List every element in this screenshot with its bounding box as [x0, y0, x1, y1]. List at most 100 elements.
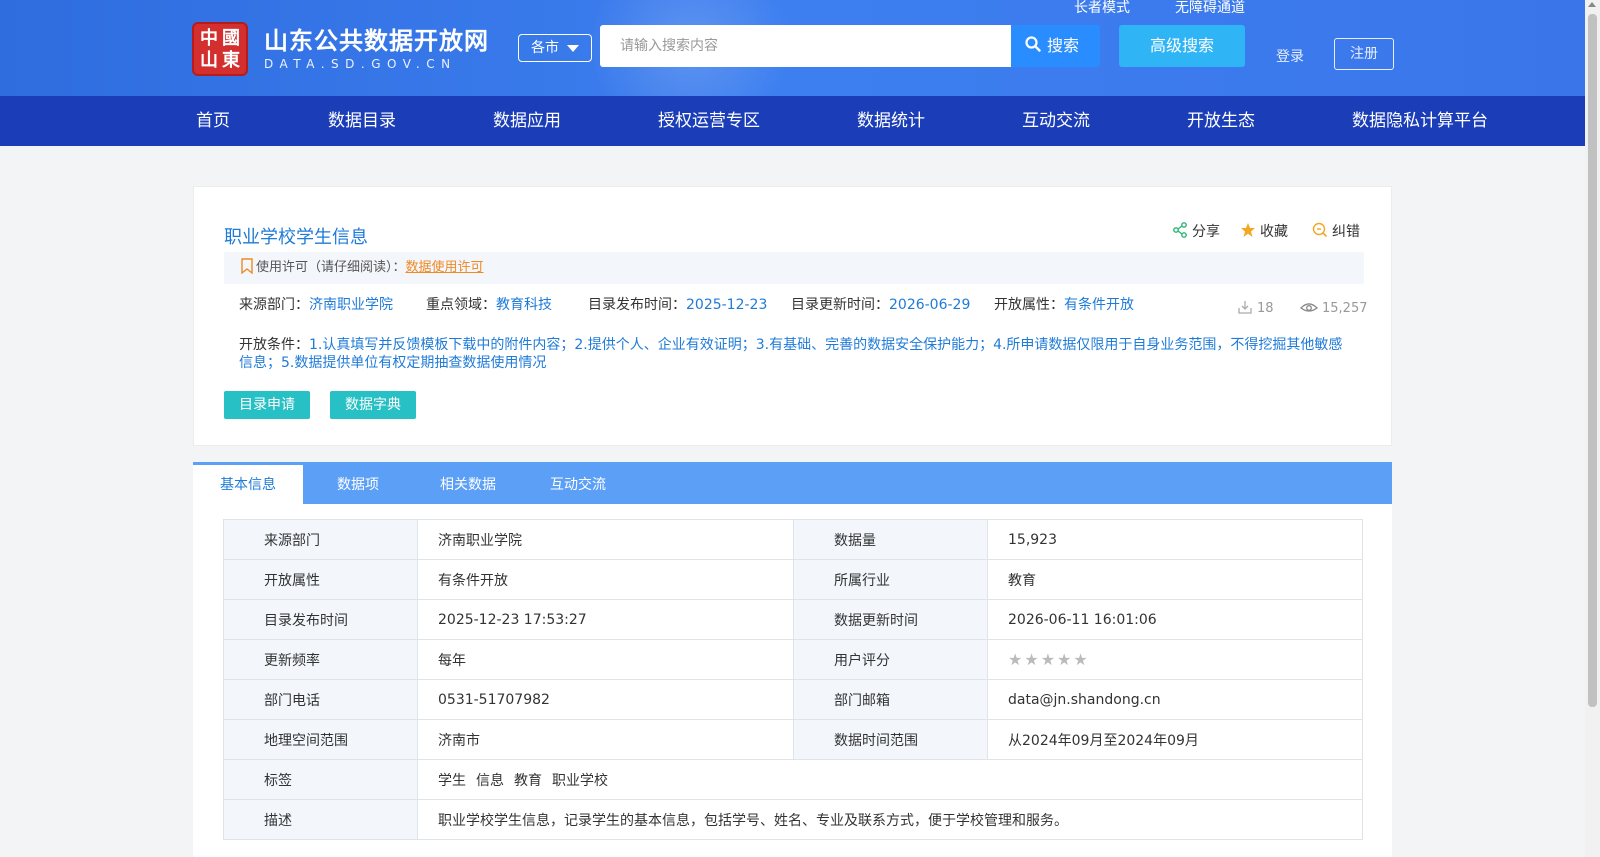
- register-button[interactable]: 注册: [1334, 38, 1394, 70]
- phone-value: 0531-51707982: [417, 679, 794, 720]
- download-count: 18: [1237, 299, 1274, 319]
- star-icon[interactable]: ★: [1024, 650, 1038, 669]
- geo-label: 地理空间范围: [223, 719, 418, 760]
- meta-open: 开放属性：有条件开放: [994, 295, 1134, 315]
- star-icon[interactable]: ★: [1041, 650, 1055, 669]
- table-row: 部门电话 0531-51707982 部门邮箱 data@jn.shandong…: [223, 679, 1363, 720]
- tag[interactable]: 教育: [514, 773, 542, 789]
- meta-source-value[interactable]: 济南职业学院: [309, 297, 393, 313]
- data-dictionary-button[interactable]: 数据字典: [330, 391, 416, 419]
- phone-label: 部门电话: [223, 679, 418, 720]
- meta-domain: 重点领域：教育科技: [426, 295, 552, 315]
- region-select[interactable]: 各市: [518, 34, 592, 62]
- nav-item-privacy-computing[interactable]: 数据隐私计算平台: [1352, 96, 1488, 146]
- logo-char: 山: [200, 50, 218, 71]
- tags-value: 学生 信息 教育 职业学校: [417, 759, 1363, 800]
- license-label: 使用许可（请仔细阅读）：: [256, 260, 406, 275]
- basic-info-table: 来源部门 济南职业学院 数据量 15,923 开放属性 有条件开放 所属行业 教…: [223, 519, 1363, 840]
- download-count-value: 18: [1257, 301, 1274, 316]
- tab-interaction[interactable]: 互动交流: [523, 462, 633, 504]
- catalog-apply-button[interactable]: 目录申请: [224, 391, 310, 419]
- detail-tabs: 基本信息 数据项 相关数据 互动交流: [193, 462, 1392, 504]
- rating-label: 用户评分: [793, 639, 988, 680]
- favorite-label: 收藏: [1260, 224, 1288, 240]
- meta-open-label: 开放属性：: [994, 297, 1064, 313]
- chevron-down-icon: [567, 45, 579, 52]
- page-scrollbar[interactable]: [1585, 0, 1600, 857]
- nav-item-authorized[interactable]: 授权运营专区: [658, 96, 760, 146]
- frequency-value: 每年: [417, 639, 794, 680]
- login-link[interactable]: 登录: [1276, 46, 1304, 66]
- view-count: 15,257: [1300, 299, 1368, 319]
- table-row: 更新频率 每年 用户评分 ★ ★ ★ ★ ★: [223, 639, 1363, 680]
- tag[interactable]: 信息: [476, 773, 504, 789]
- report-error-button[interactable]: 纠错: [1312, 221, 1360, 242]
- publish-time-value: 2025-12-23 17:53:27: [417, 599, 794, 640]
- tag[interactable]: 职业学校: [552, 773, 608, 789]
- table-row: 目录发布时间 2025-12-23 17:53:27 数据更新时间 2026-0…: [223, 599, 1363, 640]
- open-conditions: 开放条件：1.认真填写并反馈模板下载中的附件内容；2.提供个人、企业有效证明；3…: [239, 336, 1349, 372]
- update-time-label: 数据更新时间: [793, 599, 988, 640]
- search-input[interactable]: [600, 25, 1011, 67]
- tag[interactable]: 学生: [438, 773, 466, 789]
- open-conditions-text: 1.认真填写并反馈模板下载中的附件内容；2.提供个人、企业有效证明；3.有基础、…: [239, 337, 1343, 371]
- time-range-label: 数据时间范围: [793, 719, 988, 760]
- desc-label: 描述: [223, 799, 418, 840]
- meta-domain-value[interactable]: 教育科技: [496, 297, 552, 313]
- site-name: 山东公共数据开放网: [264, 27, 489, 55]
- data-volume-label: 数据量: [793, 519, 988, 560]
- logo-char: 國: [222, 28, 240, 49]
- nav-item-ecosystem[interactable]: 开放生态: [1187, 96, 1255, 146]
- table-row: 描述 职业学校学生信息，记录学生的基本信息，包括学号、姓名、专业及联系方式，便于…: [223, 799, 1363, 840]
- search-icon: [1025, 26, 1041, 68]
- email-value: data@jn.shandong.cn: [987, 679, 1363, 720]
- meta-publish-label: 目录发布时间：: [588, 297, 686, 313]
- bookmark-icon: [240, 255, 254, 287]
- nav-item-stats[interactable]: 数据统计: [857, 96, 925, 146]
- tab-data-items[interactable]: 数据项: [303, 462, 413, 504]
- email-label: 部门邮箱: [793, 679, 988, 720]
- source-dept-label: 来源部门: [223, 519, 418, 560]
- meta-open-value: 有条件开放: [1064, 297, 1134, 313]
- meta-update-value: 2026-06-29: [889, 297, 971, 313]
- nav-item-apps[interactable]: 数据应用: [493, 96, 561, 146]
- advanced-search-button[interactable]: 高级搜索: [1119, 25, 1245, 67]
- scrollbar-thumb[interactable]: [1588, 14, 1597, 707]
- search-button[interactable]: 搜索: [1011, 25, 1100, 67]
- nav-item-catalog[interactable]: 数据目录: [328, 96, 396, 146]
- share-icon: [1172, 222, 1188, 242]
- elder-mode-link[interactable]: 长者模式: [1074, 0, 1130, 16]
- tab-basic-info[interactable]: 基本信息: [193, 462, 303, 504]
- star-icon[interactable]: ★: [1008, 650, 1022, 669]
- table-row: 开放属性 有条件开放 所属行业 教育: [223, 559, 1363, 600]
- favorite-button[interactable]: 收藏: [1240, 221, 1288, 242]
- accessibility-link[interactable]: 无障碍通道: [1175, 0, 1245, 16]
- main-nav: 首页 数据目录 数据应用 授权运营专区 数据统计 互动交流 开放生态 数据隐私计…: [0, 96, 1585, 146]
- brand[interactable]: 山东公共数据开放网 DATA.SD.GOV.CN: [264, 26, 489, 72]
- meta-update: 目录更新时间：2026-06-29: [791, 295, 970, 315]
- meta-domain-label: 重点领域：: [426, 297, 496, 313]
- dataset-detail-card: 职业学校学生信息 分享 收藏 纠错 使用许可（请仔细阅读）：数据使用许可 来源部…: [193, 186, 1392, 446]
- table-row: 标签 学生 信息 教育 职业学校: [223, 759, 1363, 800]
- nav-item-interaction[interactable]: 互动交流: [1022, 96, 1090, 146]
- star-icon[interactable]: ★: [1073, 650, 1087, 669]
- site-logo[interactable]: 中 國 山 東: [192, 22, 248, 76]
- license-link[interactable]: 数据使用许可: [406, 260, 484, 275]
- geo-value: 济南市: [417, 719, 794, 760]
- open-conditions-label: 开放条件：: [239, 337, 309, 353]
- industry-label: 所属行业: [793, 559, 988, 600]
- star-icon[interactable]: ★: [1057, 650, 1071, 669]
- user-rating-stars[interactable]: ★ ★ ★ ★ ★: [987, 639, 1363, 680]
- nav-item-home[interactable]: 首页: [196, 96, 230, 146]
- report-icon: [1312, 222, 1328, 242]
- meta-publish: 目录发布时间：2025-12-23: [588, 295, 767, 315]
- scroll-up-arrow-icon[interactable]: [1588, 2, 1596, 7]
- site-domain: DATA.SD.GOV.CN: [264, 57, 457, 71]
- region-label: 各市: [531, 40, 559, 56]
- logo-char: 東: [222, 50, 240, 71]
- meta-source: 来源部门：济南职业学院: [239, 295, 393, 315]
- share-button[interactable]: 分享: [1172, 221, 1220, 242]
- data-volume-value: 15,923: [987, 519, 1363, 560]
- open-attr-value: 有条件开放: [417, 559, 794, 600]
- tab-related-data[interactable]: 相关数据: [413, 462, 523, 504]
